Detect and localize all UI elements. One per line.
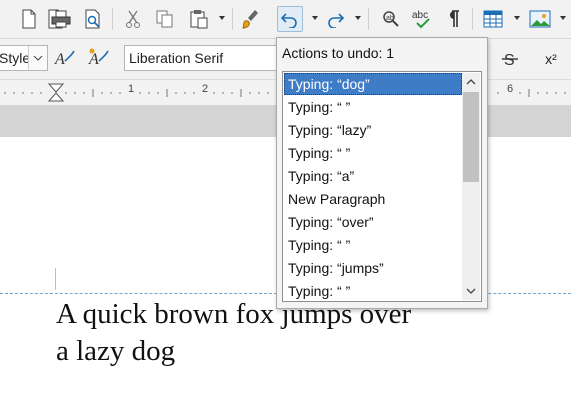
font-name-value: Liberation Serif [129, 50, 224, 66]
strikethrough-icon[interactable]: S [497, 46, 523, 72]
copy-icon[interactable] [152, 6, 178, 32]
print-preview-icon[interactable] [80, 6, 106, 32]
paste-dropdown-chevron-icon[interactable] [219, 16, 225, 20]
clone-formatting-icon[interactable] [238, 6, 264, 32]
undo-list-item[interactable]: Typing: “ ” [284, 280, 462, 301]
chevron-up-icon [466, 79, 476, 85]
undo-list-item[interactable]: Typing: “ ” [284, 142, 462, 164]
scroll-down-button[interactable] [463, 282, 479, 300]
undo-icon[interactable] [277, 6, 303, 32]
scrollbar-thumb[interactable] [463, 92, 479, 182]
undo-list-scrollbar[interactable] [462, 73, 480, 300]
paragraph-style-value: Style [0, 50, 31, 66]
ruler-number: 2 [202, 83, 209, 95]
undo-list-item[interactable]: Typing: “lazy” [284, 119, 462, 141]
svg-text:A: A [88, 51, 99, 68]
undo-list-item[interactable]: New Paragraph [284, 188, 462, 210]
table-dropdown-chevron-icon[interactable] [514, 16, 520, 20]
superscript-button[interactable]: x² [538, 46, 564, 72]
first-line-indent-marker[interactable] [47, 83, 65, 93]
undo-list-item[interactable]: Typing: “over” [284, 211, 462, 233]
left-indent-marker[interactable] [47, 92, 65, 102]
image-icon[interactable] [527, 6, 553, 32]
svg-text:S: S [504, 52, 515, 69]
standard-toolbar: ab abc [0, 0, 571, 39]
font-name-box[interactable]: Liberation Serif [124, 45, 284, 71]
undo-actions-list[interactable]: Typing: “dog” Typing: “ ” Typing: “lazy”… [282, 71, 482, 302]
undo-list-item[interactable]: Typing: “ ” [284, 234, 462, 256]
spelling-icon[interactable]: abc [410, 6, 436, 32]
new-document-icon[interactable] [16, 6, 42, 32]
undo-list-item[interactable]: Typing: “ ” [284, 96, 462, 118]
formatting-marks-icon[interactable] [440, 6, 466, 32]
scroll-up-button[interactable] [463, 73, 479, 91]
toolbar-separator [472, 8, 473, 30]
svg-text:ab: ab [386, 15, 394, 22]
ruler-number: 6 [507, 83, 514, 95]
undo-list-item[interactable]: Typing: “dog” [284, 73, 462, 95]
chevron-down-icon [466, 288, 476, 294]
image-dropdown-chevron-icon[interactable] [560, 16, 566, 20]
undo-popup-title: Actions to undo: 1 [282, 45, 395, 61]
svg-text:A: A [54, 51, 65, 68]
undo-list-item[interactable]: Typing: “jumps” [284, 257, 462, 279]
paragraph-style-dropdown[interactable] [28, 46, 47, 70]
superscript-label: x² [545, 51, 557, 67]
update-style-icon[interactable]: A [52, 46, 78, 72]
svg-text:abc: abc [412, 10, 428, 21]
document-line: a lazy dog [56, 335, 176, 367]
new-style-icon[interactable]: A [86, 46, 112, 72]
toolbar-separator [112, 8, 113, 30]
toolbar-separator [368, 8, 369, 30]
undo-list-popup: Actions to undo: 1 Typing: “dog” Typing:… [276, 37, 488, 309]
paste-icon[interactable] [186, 6, 212, 32]
chevron-down-icon [33, 55, 43, 61]
table-icon[interactable] [480, 6, 506, 32]
undo-list-item[interactable]: Typing: “a” [284, 165, 462, 187]
toolbar-separator [232, 8, 233, 30]
cut-icon[interactable] [120, 6, 146, 32]
ruler-number: 1 [128, 83, 135, 95]
print-icon[interactable] [48, 6, 74, 32]
undo-dropdown-chevron-icon[interactable] [312, 16, 318, 20]
redo-dropdown-chevron-icon[interactable] [355, 16, 361, 20]
text-corner-mark [55, 268, 56, 290]
redo-icon[interactable] [322, 6, 348, 32]
find-replace-icon[interactable]: ab [378, 6, 404, 32]
